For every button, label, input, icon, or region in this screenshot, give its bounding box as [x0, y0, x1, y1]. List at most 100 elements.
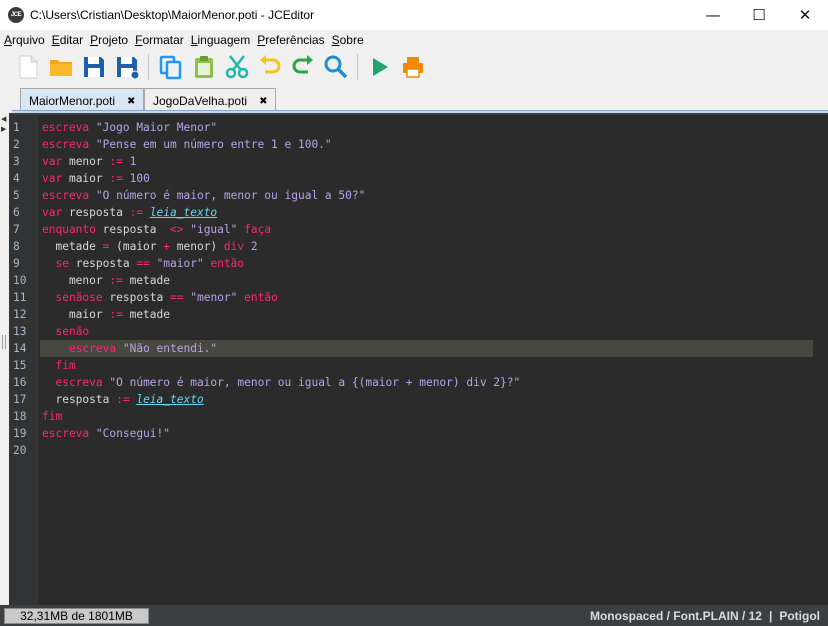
code-line[interactable]: 11 senãose resposta == "menor" então	[9, 289, 828, 306]
collapse-left-icon[interactable]: ◀	[1, 115, 6, 123]
menu-linguagem[interactable]: Linguagem	[191, 33, 250, 47]
print-button[interactable]	[399, 53, 427, 81]
code-token: "Não entendi."	[122, 342, 218, 355]
code-line[interactable]: 5 escreva "O número é maior, menor ou igu…	[9, 187, 828, 204]
tab-close-icon[interactable]: ✖	[127, 96, 135, 107]
code-line[interactable]: 13 senão	[9, 323, 828, 340]
code-editor[interactable]: 1 escreva "Jogo Maior Menor" 2 escreva "Pen…	[9, 113, 828, 605]
line-code: senão	[40, 323, 813, 340]
code-line[interactable]: 9 se resposta == "maior" então	[9, 255, 828, 272]
maximize-button[interactable]: ☐	[736, 0, 782, 30]
code-line[interactable]: 7 enquanto resposta <> "igual" faça	[9, 221, 828, 238]
line-number: 1	[13, 121, 20, 134]
menu-projeto[interactable]: Projeto	[90, 33, 128, 47]
code-token: se	[55, 257, 69, 270]
code-line[interactable]: 12 maior := metade	[9, 306, 828, 323]
code-line[interactable]: 18 fim	[9, 408, 828, 425]
code-line[interactable]: 6 var resposta := leia_texto	[9, 204, 828, 221]
code-line[interactable]: 17 resposta := leia_texto	[9, 391, 828, 408]
code-token: escreva	[68, 342, 117, 355]
undo-button[interactable]	[256, 53, 284, 81]
line-number: 5	[13, 189, 20, 202]
menu-editar[interactable]: Editar	[52, 33, 83, 47]
code-token: "O número é maior, menor ou igual a {(ma…	[109, 376, 521, 389]
toolbar-separator	[357, 54, 358, 80]
code-token: :=	[129, 206, 144, 219]
code-line[interactable]: 10 menor := metade	[9, 272, 828, 289]
code-token: menor	[62, 155, 110, 168]
code-token: maior	[42, 308, 110, 321]
menu-preferencias[interactable]: Preferências	[257, 33, 324, 47]
copy-button[interactable]	[157, 53, 185, 81]
code-token: senão	[55, 325, 90, 338]
expand-right-icon[interactable]: ▶	[1, 125, 6, 133]
close-window-button[interactable]: ✕	[782, 0, 828, 30]
menu-arquivo[interactable]: Arquivo	[4, 33, 45, 47]
splitter-grip[interactable]	[2, 335, 6, 349]
code-token: "Jogo Maior Menor"	[95, 121, 218, 134]
code-token: escreva	[42, 138, 90, 151]
code-line[interactable]: 8 metade = (maior + menor) div 2	[9, 238, 828, 255]
tab-close-icon[interactable]: ✖	[259, 96, 267, 107]
menu-mnemonic: A	[4, 32, 13, 47]
line-code: enquanto resposta <> "igual" faça	[40, 221, 813, 238]
search-button[interactable]	[322, 53, 350, 81]
menu-mnemonic: S	[331, 32, 340, 47]
line-code: fim	[40, 357, 813, 374]
code-token: escreva	[42, 427, 90, 440]
run-icon	[373, 58, 388, 76]
paste-button[interactable]	[190, 53, 218, 81]
status-bar: 32,31MB de 1801MB Monospaced / Font.PLAI…	[0, 605, 828, 626]
code-token: ==	[170, 291, 184, 304]
code-line[interactable]: 4 var maior := 100	[9, 170, 828, 187]
line-number: 15	[13, 359, 27, 372]
search-icon	[324, 55, 348, 79]
code-line[interactable]: 19 escreva "Consegui!"	[9, 425, 828, 442]
code-line[interactable]: 16 escreva "O número é maior, menor ou i…	[9, 374, 828, 391]
code-line[interactable]: 20	[9, 442, 828, 459]
code-token: "Pense em um número entre 1 e 100."	[95, 138, 332, 151]
new-file-button[interactable]	[14, 53, 42, 81]
code-token: enquanto	[42, 223, 96, 236]
memory-usage[interactable]: 32,31MB de 1801MB	[4, 608, 149, 624]
code-line[interactable]: 3 var menor := 1	[9, 153, 828, 170]
save-button[interactable]	[80, 53, 108, 81]
minimize-button[interactable]: —	[690, 0, 736, 30]
code-token: metade	[122, 308, 170, 321]
line-code: resposta := leia_texto	[40, 391, 813, 408]
menu-formatar[interactable]: Formatar	[135, 33, 184, 47]
save-as-button[interactable]	[113, 53, 141, 81]
menu-label: obre	[339, 32, 364, 47]
line-code: senãose resposta == "menor" então	[40, 289, 813, 306]
line-number: 9	[13, 257, 20, 270]
line-code: escreva "Pense em um número entre 1 e 10…	[40, 136, 813, 153]
menu-sobre[interactable]: Sobre	[332, 33, 364, 47]
redo-button[interactable]	[289, 53, 317, 81]
code-line[interactable]: 2 escreva "Pense em um número entre 1 e 1…	[9, 136, 828, 153]
cut-button[interactable]	[223, 53, 251, 81]
menu-label: referências	[265, 32, 325, 47]
line-number: 16	[13, 376, 27, 389]
code-line[interactable]: 1 escreva "Jogo Maior Menor"	[9, 119, 828, 136]
tab-label: JogoDaVelha.poti	[153, 94, 248, 108]
code-line[interactable]: 15 fim	[9, 357, 828, 374]
run-button[interactable]	[366, 53, 394, 81]
side-panel-collapse-strip[interactable]: ◀ ▶	[0, 113, 9, 605]
menu-mnemonic: E	[51, 32, 60, 47]
line-number: 17	[13, 393, 27, 406]
code-line[interactable]: 14 escreva "Não entendi."	[9, 340, 828, 357]
line-number: 10	[13, 274, 27, 287]
code-token: "igual"	[190, 223, 238, 236]
open-folder-icon	[50, 60, 72, 76]
open-folder-button[interactable]	[47, 53, 75, 81]
line-code: metade = (maior + menor) div 2	[40, 238, 813, 255]
line-number: 11	[13, 291, 27, 304]
code-token: :=	[109, 172, 123, 185]
